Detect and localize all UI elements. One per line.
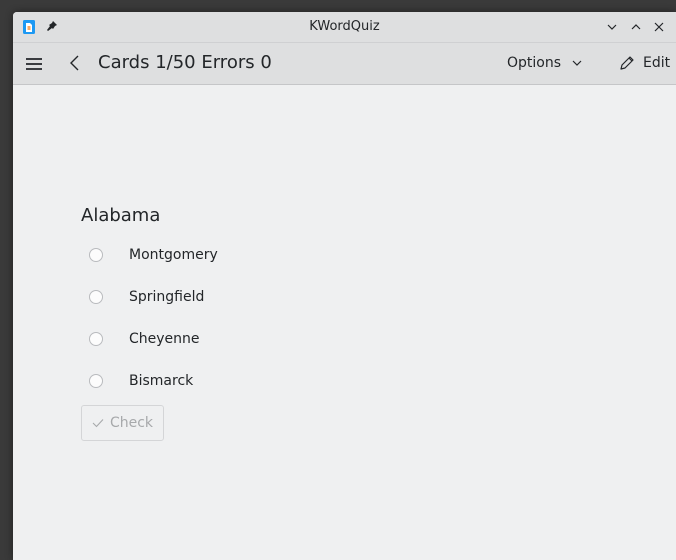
check-label: Check: [109, 415, 154, 431]
maximize-icon[interactable]: [630, 21, 642, 33]
answer-option-label: Montgomery: [129, 247, 218, 263]
answer-option[interactable]: Cheyenne: [89, 329, 200, 349]
question-text: Alabama: [81, 205, 161, 226]
answer-option[interactable]: Springfield: [89, 287, 204, 307]
answer-option-label: Springfield: [129, 289, 205, 305]
window-title: KWordQuiz: [309, 19, 380, 34]
radio-button[interactable]: [89, 332, 103, 346]
title-bar: KWordQuiz: [13, 12, 676, 43]
hamburger-menu-icon[interactable]: [25, 55, 43, 73]
minimize-icon[interactable]: [606, 21, 618, 33]
app-window: KWordQuiz Cards 1/50 Errors 0 Options Ed…: [13, 12, 676, 560]
edit-button[interactable]: Edit: [619, 49, 670, 77]
answer-option[interactable]: Montgomery: [89, 245, 218, 265]
toolbar: Cards 1/50 Errors 0 Options Edit: [13, 43, 676, 85]
edit-label: Edit: [643, 55, 671, 71]
radio-button[interactable]: [89, 248, 103, 262]
check-button[interactable]: Check: [81, 405, 164, 441]
quiz-area: Alabama Montgomery Springfield Cheyenne …: [13, 85, 676, 560]
close-icon[interactable]: [653, 21, 665, 33]
checkmark-icon: [92, 419, 104, 428]
pencil-icon: [620, 56, 634, 70]
options-button[interactable]: Options: [507, 49, 583, 77]
answer-option[interactable]: Bismarck: [89, 371, 193, 391]
answer-option-label: Bismarck: [129, 373, 194, 389]
back-icon[interactable]: [68, 54, 82, 72]
radio-button[interactable]: [89, 374, 103, 388]
page-title: Cards 1/50 Errors 0: [98, 52, 272, 73]
options-label: Options: [507, 55, 562, 71]
radio-button[interactable]: [89, 290, 103, 304]
chevron-down-icon: [572, 60, 582, 66]
answer-option-label: Cheyenne: [129, 331, 200, 347]
